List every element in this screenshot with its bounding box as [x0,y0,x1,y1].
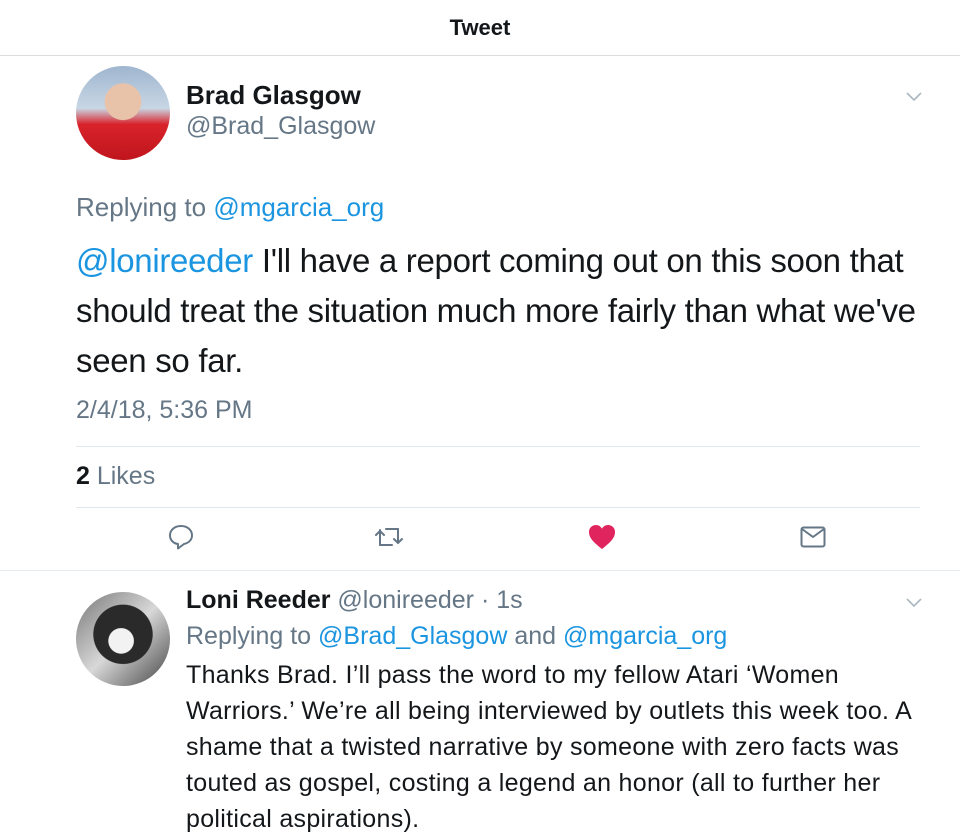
reply-icon [169,525,193,550]
share-button[interactable] [796,520,830,554]
likes-label: Likes [89,462,156,490]
divider [76,507,920,508]
replying-to-link[interactable]: @mgarcia_org [213,192,384,222]
reply-time: · 1s [474,586,523,614]
reply-author-handle: @lonireeder [330,586,474,614]
avatar[interactable] [76,592,170,686]
retweet-button[interactable] [372,520,406,554]
replying-to-link[interactable]: @Brad_Glasgow [318,622,507,650]
reply-button[interactable] [164,520,198,554]
nav-bar: Tweet [0,0,960,56]
mail-icon [800,526,826,548]
replying-and: and [507,622,563,650]
heart-icon [589,525,615,549]
timestamp: 2/4/18, 5:36 PM [76,396,253,424]
author-handle[interactable]: @Brad_Glasgow [186,112,375,141]
reply-replying-to: Replying to @Brad_Glasgow and @mgarcia_o… [186,622,727,651]
author-name[interactable]: Brad Glasgow [186,80,361,111]
likes-count[interactable]: 2 Likes [76,462,155,491]
page-title: Tweet [449,14,511,40]
mention-link[interactable]: @lonireeder [76,242,253,279]
reply-text: Thanks Brad. I’ll pass the word to my fe… [186,661,911,833]
reply-author[interactable]: Loni Reeder @lonireeder · 1s [186,586,523,615]
replying-prefix: Replying to [76,192,214,222]
divider [0,570,960,571]
replying-to-link[interactable]: @mgarcia_org [563,622,727,650]
tweet-text: @lonireeder I'll have a report coming ou… [76,236,936,386]
avatar[interactable] [76,66,170,160]
retweet-icon [375,528,403,546]
replying-to: Replying to @mgarcia_org [76,192,384,223]
like-button[interactable] [585,520,619,554]
chevron-down-icon[interactable] [906,92,922,102]
divider [76,446,920,447]
chevron-down-icon[interactable] [906,598,922,608]
replying-prefix: Replying to [186,622,319,650]
likes-number: 2 [76,462,90,490]
reply-author-name: Loni Reeder [186,586,331,614]
